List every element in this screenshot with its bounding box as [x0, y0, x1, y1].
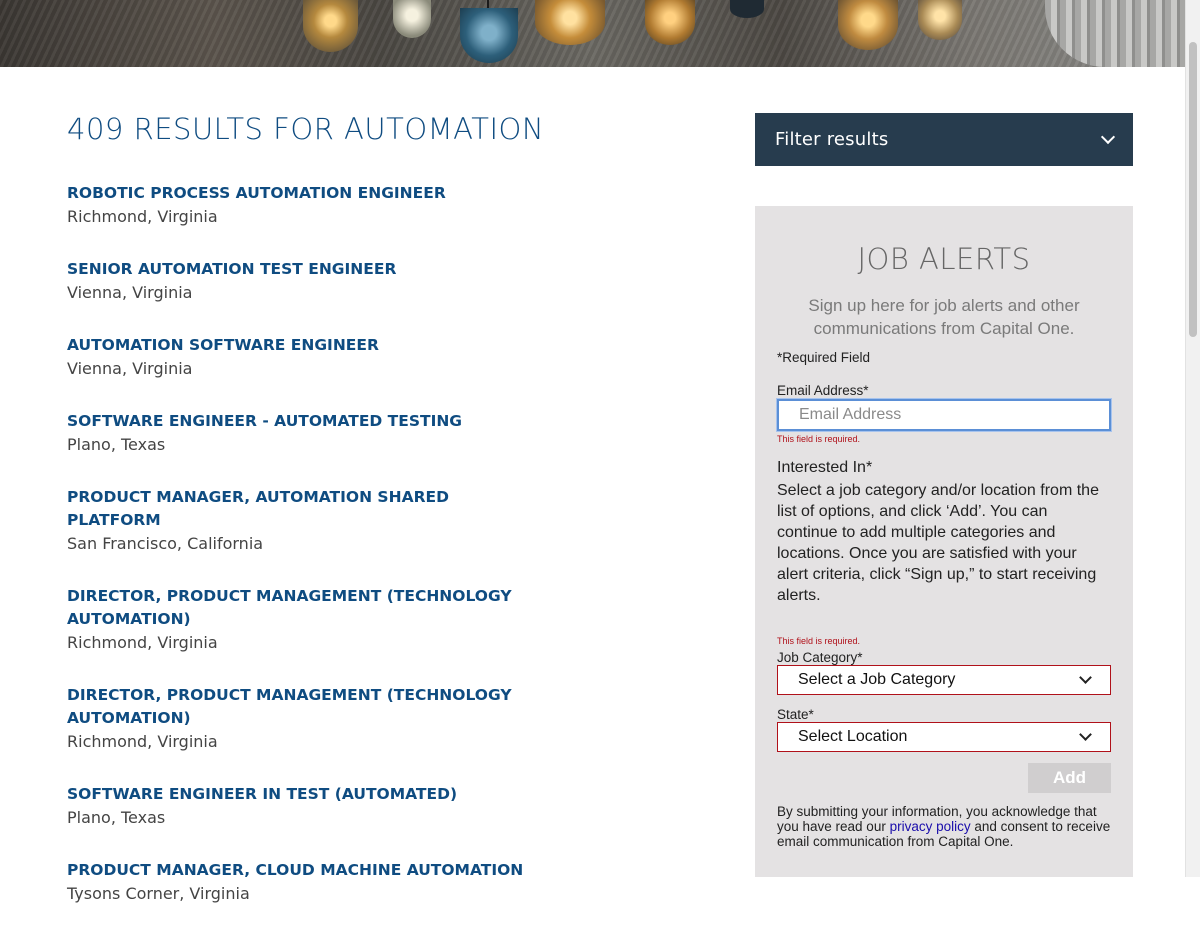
job-title-link[interactable]: DIRECTOR, PRODUCT MANAGEMENT (TECHNOLOGY…: [67, 585, 537, 631]
chevron-down-icon: [1079, 671, 1092, 684]
job-category-label: Job Category*: [777, 650, 863, 665]
job-title-link[interactable]: PRODUCT MANAGER, CLOUD MACHINE AUTOMATIO…: [67, 859, 537, 882]
state-label: State*: [777, 707, 814, 722]
state-selected: Select Location: [798, 728, 908, 745]
scrollbar-thumb[interactable]: [1189, 42, 1197, 337]
job-title-link[interactable]: SOFTWARE ENGINEER - AUTOMATED TESTING: [67, 410, 537, 433]
consent-text: By submitting your information, you ackn…: [777, 804, 1117, 849]
state-select[interactable]: Select Location: [777, 722, 1111, 752]
add-button[interactable]: Add: [1028, 763, 1111, 793]
results-heading: 409 RESULTS FOR AUTOMATION: [67, 112, 545, 146]
job-result-item: ROBOTIC PROCESS AUTOMATION ENGINEER Rich…: [67, 182, 537, 228]
job-title-link[interactable]: DIRECTOR, PRODUCT MANAGEMENT (TECHNOLOGY…: [67, 684, 537, 730]
job-location: Richmond, Virginia: [67, 633, 218, 652]
job-result-item: PRODUCT MANAGER, AUTOMATION SHARED PLATF…: [67, 486, 537, 555]
job-category-selected: Select a Job Category: [798, 671, 956, 688]
privacy-policy-link[interactable]: privacy policy: [890, 819, 971, 834]
chevron-down-icon: [1079, 728, 1092, 741]
email-input[interactable]: [777, 399, 1111, 431]
category-error-message: This field is required.: [777, 636, 861, 646]
page-scrollbar[interactable]: [1185, 0, 1200, 877]
job-result-item: AUTOMATION SOFTWARE ENGINEER Vienna, Vir…: [67, 334, 537, 380]
email-error-message: This field is required.: [777, 434, 861, 444]
job-alerts-panel: JOB ALERTS Sign up here for job alerts a…: [755, 206, 1133, 877]
chevron-down-icon: [1100, 129, 1116, 145]
job-location: Plano, Texas: [67, 435, 166, 454]
job-result-item: DIRECTOR, PRODUCT MANAGEMENT (TECHNOLOGY…: [67, 684, 537, 753]
hero-banner-image: [0, 0, 1185, 67]
interested-in-label: Interested In*: [777, 459, 873, 476]
job-result-item: DIRECTOR, PRODUCT MANAGEMENT (TECHNOLOGY…: [67, 585, 537, 654]
job-title-link[interactable]: SOFTWARE ENGINEER IN TEST (AUTOMATED): [67, 783, 537, 806]
job-category-select[interactable]: Select a Job Category: [777, 665, 1111, 695]
job-alerts-subtitle: Sign up here for job alerts and other co…: [808, 296, 1080, 338]
job-location: Richmond, Virginia: [67, 732, 218, 751]
job-location: Tysons Corner, Virginia: [67, 884, 250, 903]
job-title-link[interactable]: PRODUCT MANAGER, AUTOMATION SHARED PLATF…: [67, 486, 537, 532]
job-location: Vienna, Virginia: [67, 359, 193, 378]
filter-results-toggle[interactable]: Filter results: [755, 113, 1133, 166]
email-label: Email Address*: [777, 383, 869, 398]
job-result-item: SOFTWARE ENGINEER IN TEST (AUTOMATED) Pl…: [67, 783, 537, 829]
job-title-link[interactable]: AUTOMATION SOFTWARE ENGINEER: [67, 334, 537, 357]
job-location: Plano, Texas: [67, 808, 166, 827]
job-result-item: SOFTWARE ENGINEER - AUTOMATED TESTING Pl…: [67, 410, 537, 456]
job-title-link[interactable]: ROBOTIC PROCESS AUTOMATION ENGINEER: [67, 182, 537, 205]
interested-in-instructions: Select a job category and/or location fr…: [777, 482, 1099, 604]
job-title-link[interactable]: SENIOR AUTOMATION TEST ENGINEER: [67, 258, 537, 281]
job-result-item: PRODUCT MANAGER, CLOUD MACHINE AUTOMATIO…: [67, 859, 537, 905]
job-results-list: ROBOTIC PROCESS AUTOMATION ENGINEER Rich…: [67, 182, 537, 935]
job-result-item: SENIOR AUTOMATION TEST ENGINEER Vienna, …: [67, 258, 537, 304]
job-location: Richmond, Virginia: [67, 207, 218, 226]
job-location: Vienna, Virginia: [67, 283, 193, 302]
job-alerts-title: JOB ALERTS: [857, 242, 1031, 276]
job-location: San Francisco, California: [67, 534, 264, 553]
filter-results-label: Filter results: [775, 129, 889, 150]
required-field-note: *Required Field: [777, 350, 871, 365]
